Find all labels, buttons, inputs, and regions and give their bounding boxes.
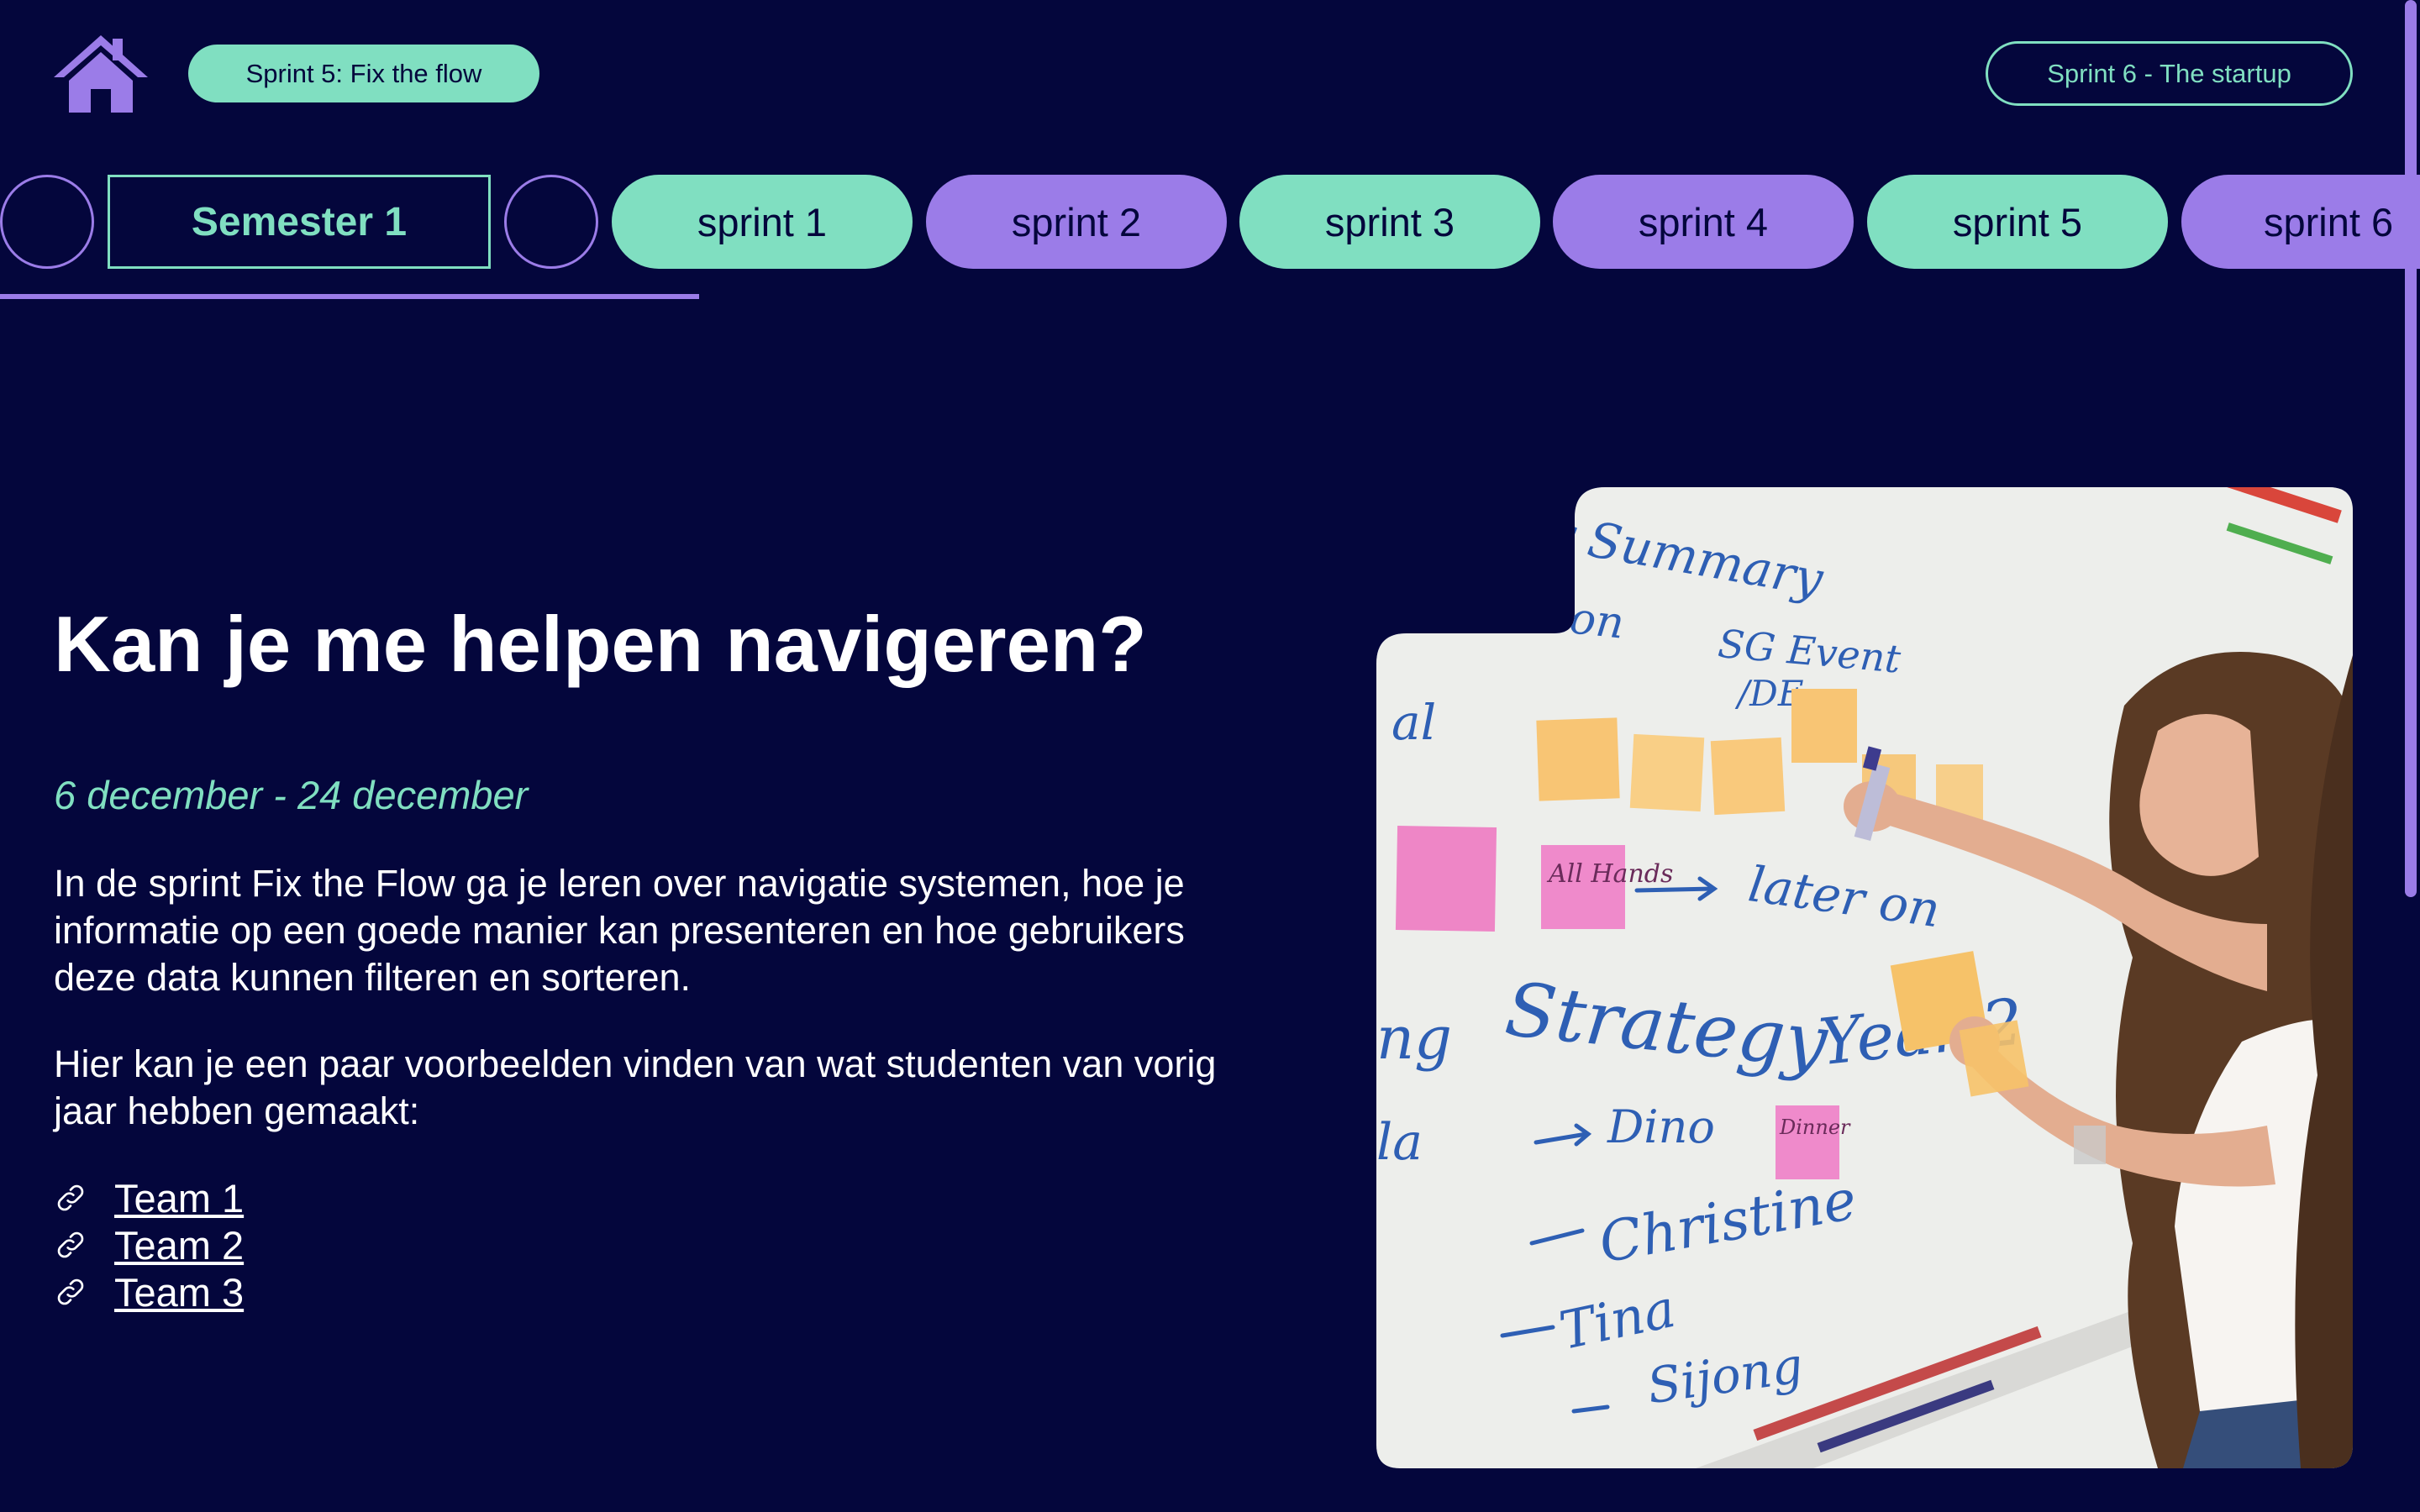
sprint-tab-3[interactable]: sprint 3: [1239, 175, 1540, 269]
svg-text:la: la: [1376, 1113, 1423, 1172]
sprint-tab-1[interactable]: sprint 1: [612, 175, 913, 269]
list-item: Team 2: [54, 1221, 244, 1268]
examples-paragraph: Hier kan je een paar voorbeelden vinden …: [54, 1042, 1217, 1132]
timeline-circle-right[interactable]: [504, 175, 598, 269]
next-sprint-button[interactable]: Sprint 6 - The startup: [1986, 41, 2353, 106]
sprint-tab-6[interactable]: sprint 6: [2181, 175, 2420, 269]
timeline-progress-line: [0, 294, 699, 299]
team-2-link[interactable]: Team 2: [114, 1222, 244, 1268]
link-icon: [54, 1275, 87, 1309]
page: Sprint 5: Fix the flow Sprint 6 - The st…: [0, 0, 2420, 1512]
timeline-circle-left[interactable]: [0, 175, 94, 269]
team-1-link[interactable]: Team 1: [114, 1175, 244, 1221]
prev-sprint-button[interactable]: Sprint 5: Fix the flow: [188, 45, 539, 102]
list-item: Team 3: [54, 1268, 244, 1315]
svg-text:Dinner: Dinner: [1779, 1116, 1851, 1139]
semester-tab[interactable]: Semester 1: [108, 175, 491, 269]
svg-text:Dino: Dino: [1607, 1100, 1715, 1153]
team-3-link[interactable]: Team 3: [114, 1269, 244, 1315]
list-item: Team 1: [54, 1174, 244, 1221]
whiteboard-photo-graphic: 1 Year Summary ation SG Event /DE al lat…: [1376, 487, 2353, 1468]
link-icon: [54, 1228, 87, 1262]
svg-text:ng: ng: [1376, 1004, 1452, 1073]
svg-text:1: 1: [1386, 569, 1411, 614]
sprint-tab-5[interactable]: sprint 5: [1867, 175, 2168, 269]
home-icon[interactable]: [52, 34, 150, 114]
intro-paragraph: In de sprint Fix the Flow ga je leren ov…: [54, 862, 1185, 999]
svg-text:All Hands: All Hands: [1546, 859, 1673, 889]
whiteboard-photo: 1 Year Summary ation SG Event /DE al lat…: [1376, 487, 2353, 1468]
sprint-tab-2[interactable]: sprint 2: [926, 175, 1227, 269]
sprint-tab-4[interactable]: sprint 4: [1553, 175, 1854, 269]
svg-text:al: al: [1392, 694, 1436, 751]
home-icon-graphic: [54, 35, 148, 113]
team-links-list: Team 1 Team 2 Team 3: [54, 1174, 244, 1315]
svg-text:1: 1: [1402, 520, 1420, 554]
sprint-dates: 6 december - 24 december: [54, 773, 529, 817]
page-title: Kan je me helpen navigeren?: [54, 600, 1147, 688]
scrollbar[interactable]: [2405, 0, 2417, 897]
link-icon: [54, 1181, 87, 1215]
